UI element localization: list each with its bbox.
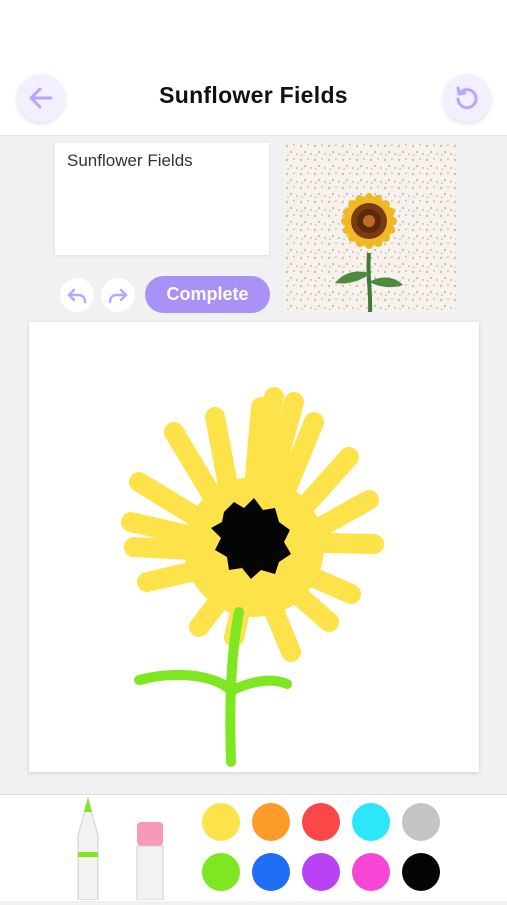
rotate-ccw-icon (456, 86, 478, 110)
color-swatch-green[interactable] (202, 853, 240, 891)
color-swatch-gray[interactable] (402, 803, 440, 841)
color-swatch-yellow[interactable] (202, 803, 240, 841)
color-swatch-cyan[interactable] (352, 803, 390, 841)
color-swatch-blue[interactable] (252, 853, 290, 891)
reference-image (285, 143, 456, 312)
artwork-name-field[interactable]: Sunflower Fields (55, 143, 269, 255)
user-drawing (121, 387, 384, 767)
reset-button[interactable] (443, 74, 491, 122)
pen-icon (77, 796, 99, 901)
color-swatch-pink[interactable] (352, 853, 390, 891)
color-swatch-orange[interactable] (252, 803, 290, 841)
undo-icon (67, 288, 87, 304)
color-swatch-purple[interactable] (302, 853, 340, 891)
eraser-icon (136, 822, 164, 901)
drawing-canvas[interactable] (29, 322, 479, 772)
undo-button[interactable] (60, 278, 94, 312)
complete-button[interactable]: Complete (145, 276, 270, 313)
color-swatch-black[interactable] (402, 853, 440, 891)
redo-icon (108, 288, 128, 304)
artwork-name-value: Sunflower Fields (67, 151, 193, 170)
page-title: Sunflower Fields (159, 82, 348, 108)
redo-button[interactable] (101, 278, 135, 312)
eraser-tool[interactable] (133, 820, 167, 901)
header (0, 0, 507, 136)
color-swatch-red[interactable] (302, 803, 340, 841)
pen-tool[interactable] (70, 796, 106, 901)
